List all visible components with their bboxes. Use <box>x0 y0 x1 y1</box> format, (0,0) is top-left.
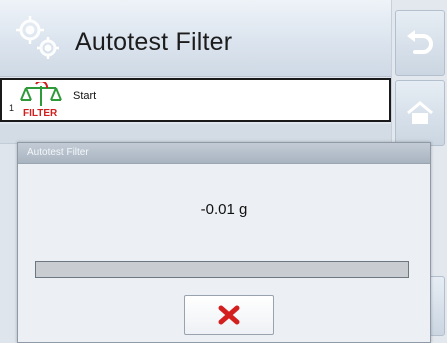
list-item-start[interactable]: 1 FILTER Start <box>0 78 391 122</box>
header-bar: Autotest Filter <box>0 0 391 77</box>
row-index: 1 <box>9 103 15 113</box>
filter-autotest-icon: FILTER <box>20 82 62 119</box>
page-title: Autotest Filter <box>75 28 233 56</box>
gears-icon <box>16 16 59 59</box>
list-item-label: Start <box>73 90 97 102</box>
home-icon <box>407 101 433 124</box>
filter-icon-text: FILTER <box>23 108 58 119</box>
progress-bar <box>35 261 409 278</box>
cancel-button[interactable] <box>184 295 274 335</box>
dialog-titlebar: Autotest Filter <box>18 143 430 164</box>
back-button[interactable] <box>395 10 445 76</box>
close-x-icon <box>218 305 240 325</box>
home-button[interactable] <box>395 80 445 146</box>
weight-reading: -0.01 g <box>200 201 248 218</box>
undo-arrow-icon <box>407 30 433 54</box>
background-row <box>0 124 391 144</box>
dialog-title: Autotest Filter <box>27 147 89 158</box>
autotest-dialog: Autotest Filter -0.01 g <box>17 142 431 343</box>
